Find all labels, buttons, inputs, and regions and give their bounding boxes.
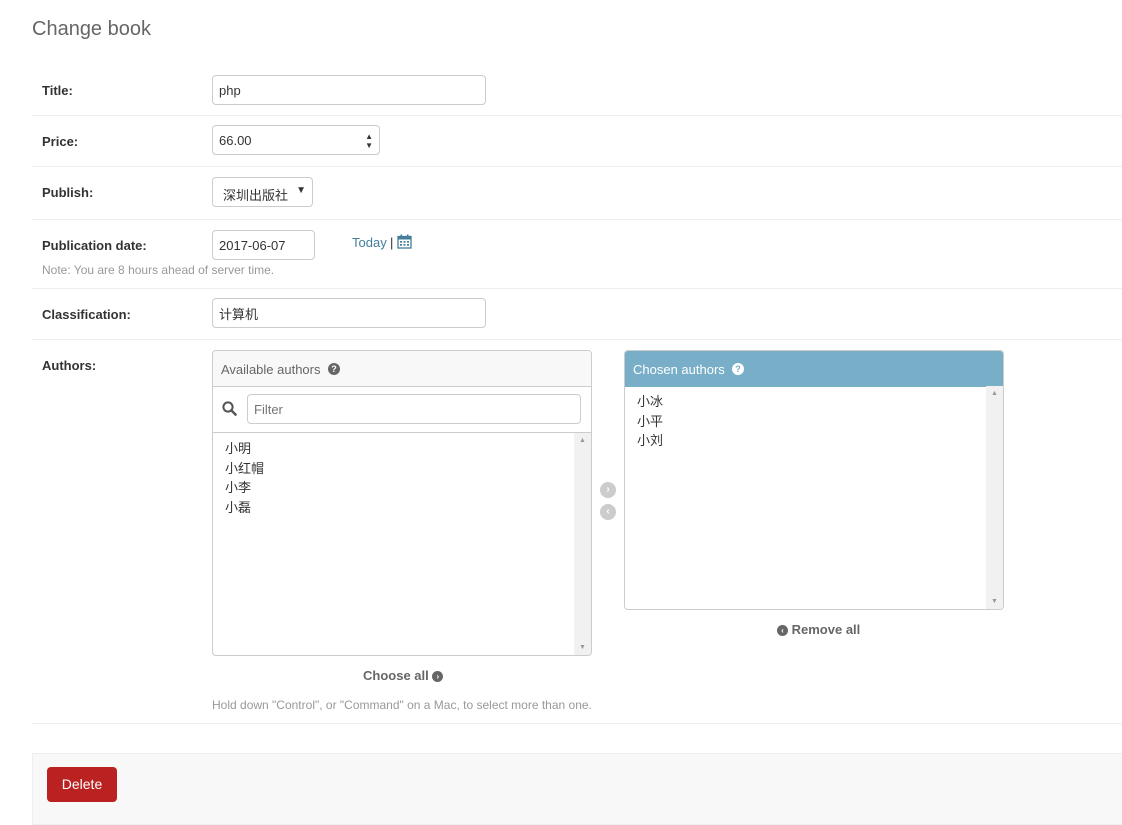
list-item[interactable]: 小红帽 xyxy=(225,459,573,479)
chosen-scrollbar[interactable]: ▲ ▼ xyxy=(986,386,1003,609)
list-item[interactable]: 小磊 xyxy=(225,498,573,518)
scroll-up-icon[interactable]: ▲ xyxy=(991,390,998,397)
list-item[interactable]: 小平 xyxy=(637,412,985,432)
publication-date-input[interactable] xyxy=(212,230,315,260)
price-label: Price: xyxy=(42,134,79,149)
question-icon: ? xyxy=(732,363,744,375)
submit-row: Delete xyxy=(32,753,1122,825)
choose-all-label: Choose all xyxy=(363,668,429,683)
list-item[interactable]: 小刘 xyxy=(637,431,985,451)
list-item[interactable]: 小冰 xyxy=(637,392,985,412)
chosen-authors-box: Chosen authors ? 小冰 小平 小刘 ▲ ▼ xyxy=(624,350,1004,610)
scroll-down-icon[interactable]: ▼ xyxy=(991,598,998,605)
form-row-price: Price: 66.00 ▲ ▼ xyxy=(32,115,1122,167)
title-input[interactable] xyxy=(212,75,486,105)
chevron-left-icon: ‹ xyxy=(606,506,610,517)
price-input[interactable]: 66.00 ▲ ▼ xyxy=(212,125,380,155)
chosen-authors-title: Chosen authors xyxy=(633,362,725,377)
timezone-note: Note: You are 8 hours ahead of server ti… xyxy=(42,263,275,277)
form-row-publish: Publish: 深圳出版社 ▼ xyxy=(32,166,1122,220)
list-item[interactable]: 小明 xyxy=(225,439,573,459)
chosen-authors-list[interactable]: 小冰 小平 小刘 xyxy=(625,386,985,451)
chevron-left-icon: ‹ xyxy=(777,625,788,636)
available-scrollbar[interactable]: ▲ ▼ xyxy=(574,433,591,655)
classification-label: Classification: xyxy=(42,307,131,322)
publish-label: Publish: xyxy=(42,185,94,200)
stepper-down-icon[interactable]: ▼ xyxy=(365,141,373,150)
available-authors-list[interactable]: 小明 小红帽 小李 小磊 xyxy=(213,433,573,517)
classification-input[interactable] xyxy=(212,298,486,328)
date-separator: | xyxy=(390,235,394,250)
add-author-button[interactable]: › xyxy=(600,482,616,498)
publish-selected: 深圳出版社 xyxy=(223,188,289,203)
scroll-down-icon[interactable]: ▼ xyxy=(579,644,586,651)
title-label: Title: xyxy=(42,83,73,98)
form-row-classification: Classification: xyxy=(32,288,1122,340)
question-icon: ? xyxy=(328,363,340,375)
chosen-authors-header: Chosen authors ? xyxy=(625,351,1003,387)
remove-all-label: Remove all xyxy=(791,622,861,637)
delete-button[interactable]: Delete xyxy=(47,767,117,802)
list-item[interactable]: 小李 xyxy=(225,478,573,498)
search-icon xyxy=(222,401,237,421)
today-link[interactable]: Today xyxy=(352,235,387,250)
page-title: Change book xyxy=(32,18,151,40)
calendar-icon[interactable] xyxy=(397,234,412,254)
publication-date-label: Publication date: xyxy=(42,238,147,253)
authors-help: Hold down "Control", or "Command" on a M… xyxy=(212,698,592,712)
chevron-right-icon: › xyxy=(606,484,610,495)
dropdown-arrow-icon: ▼ xyxy=(296,185,306,196)
choose-all-button[interactable]: Choose all › xyxy=(363,668,444,683)
chevron-right-icon: › xyxy=(432,671,444,682)
form-row-title: Title: xyxy=(32,64,1122,116)
publish-select[interactable]: 深圳出版社 ▼ xyxy=(212,177,313,207)
stepper-up-icon[interactable]: ▲ xyxy=(365,132,373,141)
form-row-publication-date: Publication date: Today | Note: You are … xyxy=(32,219,1122,289)
remove-author-button[interactable]: ‹ xyxy=(600,504,616,520)
price-stepper[interactable]: ▲ ▼ xyxy=(365,132,373,150)
authors-label: Authors: xyxy=(42,358,97,373)
available-authors-box: Available authors ? 小明 小红帽 小李 小磊 ▲ ▼ xyxy=(212,350,592,656)
remove-all-button[interactable]: ‹ Remove all xyxy=(777,622,860,637)
available-authors-title: Available authors xyxy=(221,362,321,377)
filter-area xyxy=(213,386,591,433)
scroll-up-icon[interactable]: ▲ xyxy=(579,437,586,444)
filter-input[interactable] xyxy=(247,394,581,424)
price-value: 66.00 xyxy=(219,133,252,148)
available-authors-header: Available authors ? xyxy=(213,351,591,387)
